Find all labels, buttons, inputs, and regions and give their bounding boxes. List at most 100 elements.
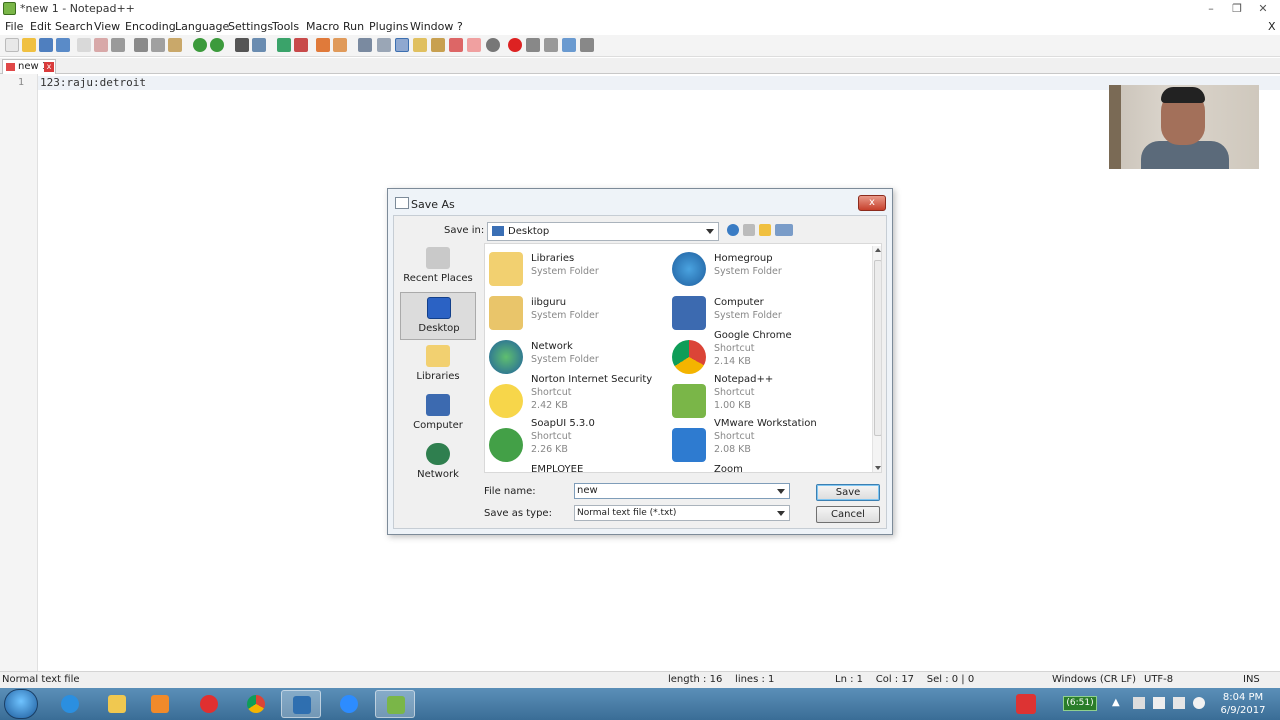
file-type: System Folder xyxy=(714,310,782,321)
close-all-icon[interactable] xyxy=(94,38,108,52)
taskbar-recorder[interactable] xyxy=(281,690,321,718)
scrollbar-thumb[interactable] xyxy=(874,260,881,436)
show-hidden-icons-icon[interactable]: ▲ xyxy=(1112,697,1124,709)
notepadpp-app-icon xyxy=(3,2,16,15)
sync-vertical-icon[interactable] xyxy=(316,38,330,52)
menu-plugins[interactable]: Plugins xyxy=(369,20,408,33)
print-icon[interactable] xyxy=(111,38,125,52)
place-computer[interactable]: Computer xyxy=(400,390,476,438)
network-icon[interactable] xyxy=(1173,697,1185,709)
place-recent-places[interactable]: Recent Places xyxy=(400,243,476,291)
sync-horizontal-icon[interactable] xyxy=(333,38,347,52)
open-file-icon[interactable] xyxy=(22,38,36,52)
file-list-scrollbar[interactable] xyxy=(872,246,881,472)
menu-language[interactable]: Language xyxy=(175,20,229,33)
function-list-icon[interactable] xyxy=(431,38,445,52)
view-menu-icon[interactable] xyxy=(775,224,793,236)
monitoring-icon[interactable] xyxy=(486,38,500,52)
file-item[interactable]: EMPLOYEE xyxy=(485,464,665,472)
doc-map-icon[interactable] xyxy=(467,38,481,52)
place-libraries[interactable]: Libraries xyxy=(400,341,476,389)
save-macro-icon[interactable] xyxy=(580,38,594,52)
file-item[interactable]: VMware Workstation Shortcut 2.08 KB xyxy=(668,418,848,468)
place-desktop[interactable]: Desktop xyxy=(400,292,476,340)
dialog-close-button[interactable]: x xyxy=(858,195,886,211)
save-icon[interactable] xyxy=(39,38,53,52)
record-macro-icon[interactable] xyxy=(508,38,522,52)
paste-icon[interactable] xyxy=(168,38,182,52)
word-wrap-icon[interactable] xyxy=(358,38,372,52)
office-icon[interactable] xyxy=(1016,694,1036,714)
taskbar-chrome[interactable] xyxy=(236,690,276,718)
maximize-button[interactable]: ❐ xyxy=(1226,1,1248,16)
replace-icon[interactable] xyxy=(252,38,266,52)
close-button[interactable]: ✕ xyxy=(1252,1,1274,16)
taskbar-cloud[interactable] xyxy=(189,690,229,718)
taskbar-ie[interactable] xyxy=(50,690,90,718)
file-item[interactable]: Homegroup System Folder xyxy=(668,248,848,292)
file-item[interactable]: SoapUI 5.3.0 Shortcut 2.26 KB xyxy=(485,418,665,468)
redo-icon[interactable] xyxy=(210,38,224,52)
tab-close-icon[interactable]: x xyxy=(44,62,54,72)
cut-icon[interactable] xyxy=(134,38,148,52)
action-center-flag-icon[interactable] xyxy=(1133,697,1145,709)
start-button[interactable] xyxy=(4,689,38,719)
show-all-chars-icon[interactable] xyxy=(377,38,391,52)
zoom-out-icon[interactable] xyxy=(294,38,308,52)
file-item[interactable]: Libraries System Folder xyxy=(485,248,665,292)
code-line[interactable]: 123:raju:detroit xyxy=(40,76,146,89)
clock[interactable]: 8:04 PM 6/9/2017 xyxy=(1213,691,1273,717)
battery-indicator[interactable]: (6:51) xyxy=(1063,696,1097,711)
back-icon[interactable] xyxy=(727,224,739,236)
close-file-icon[interactable] xyxy=(77,38,91,52)
place-network[interactable]: Network xyxy=(400,439,476,487)
menu-macro[interactable]: Macro xyxy=(306,20,339,33)
chevron-down-icon[interactable] xyxy=(777,489,785,494)
current-line[interactable]: 123:raju:detroit xyxy=(38,76,1280,90)
menu-search[interactable]: Search xyxy=(55,20,93,33)
stop-macro-icon[interactable] xyxy=(526,38,540,52)
clock-date: 6/9/2017 xyxy=(1220,705,1266,716)
minimize-button[interactable]: – xyxy=(1200,1,1222,16)
tab-new-1[interactable]: new 1 x xyxy=(2,59,56,74)
up-folder-icon[interactable] xyxy=(743,224,755,236)
notepadpp-icon xyxy=(672,384,706,418)
indent-guide-icon[interactable] xyxy=(395,38,409,52)
menu-encoding[interactable]: Encoding xyxy=(125,20,176,33)
file-item[interactable]: Zoom xyxy=(668,464,848,472)
play-macro-icon[interactable] xyxy=(544,38,558,52)
copy-icon[interactable] xyxy=(151,38,165,52)
new-file-icon[interactable] xyxy=(5,38,19,52)
taskbar-media[interactable] xyxy=(140,690,180,718)
menu-settings[interactable]: Settings xyxy=(228,20,273,33)
taskbar-zoom[interactable] xyxy=(329,690,369,718)
menu-view[interactable]: View xyxy=(94,20,120,33)
menu-edit[interactable]: Edit xyxy=(30,20,51,33)
folder-workspace-icon[interactable] xyxy=(449,38,463,52)
file-name-input[interactable]: new xyxy=(574,483,790,499)
doc-close-icon[interactable]: X xyxy=(1268,20,1276,33)
taskbar-explorer[interactable] xyxy=(97,690,137,718)
scroll-up-icon[interactable] xyxy=(875,248,881,252)
save-in-dropdown[interactable]: Desktop xyxy=(487,222,719,241)
scroll-down-icon[interactable] xyxy=(875,466,881,470)
save-all-icon[interactable] xyxy=(56,38,70,52)
cancel-button[interactable]: Cancel xyxy=(816,506,880,523)
menu-window[interactable]: Window xyxy=(410,20,453,33)
language-icon[interactable] xyxy=(413,38,427,52)
save-button[interactable]: Save xyxy=(816,484,880,501)
taskbar-notepadpp[interactable] xyxy=(375,690,415,718)
menu-tools[interactable]: Tools xyxy=(272,20,299,33)
undo-icon[interactable] xyxy=(193,38,207,52)
menu-file[interactable]: File xyxy=(5,20,23,33)
menu-help[interactable]: ? xyxy=(457,20,463,33)
new-folder-icon[interactable] xyxy=(759,224,771,236)
menu-run[interactable]: Run xyxy=(343,20,364,33)
battery-icon[interactable] xyxy=(1153,697,1165,709)
save-as-type-dropdown[interactable]: Normal text file (*.txt) xyxy=(574,505,790,521)
volume-icon[interactable] xyxy=(1193,697,1205,709)
find-icon[interactable] xyxy=(235,38,249,52)
run-macro-multiple-icon[interactable] xyxy=(562,38,576,52)
file-item[interactable]: iibguru System Folder xyxy=(485,292,665,336)
zoom-in-icon[interactable] xyxy=(277,38,291,52)
